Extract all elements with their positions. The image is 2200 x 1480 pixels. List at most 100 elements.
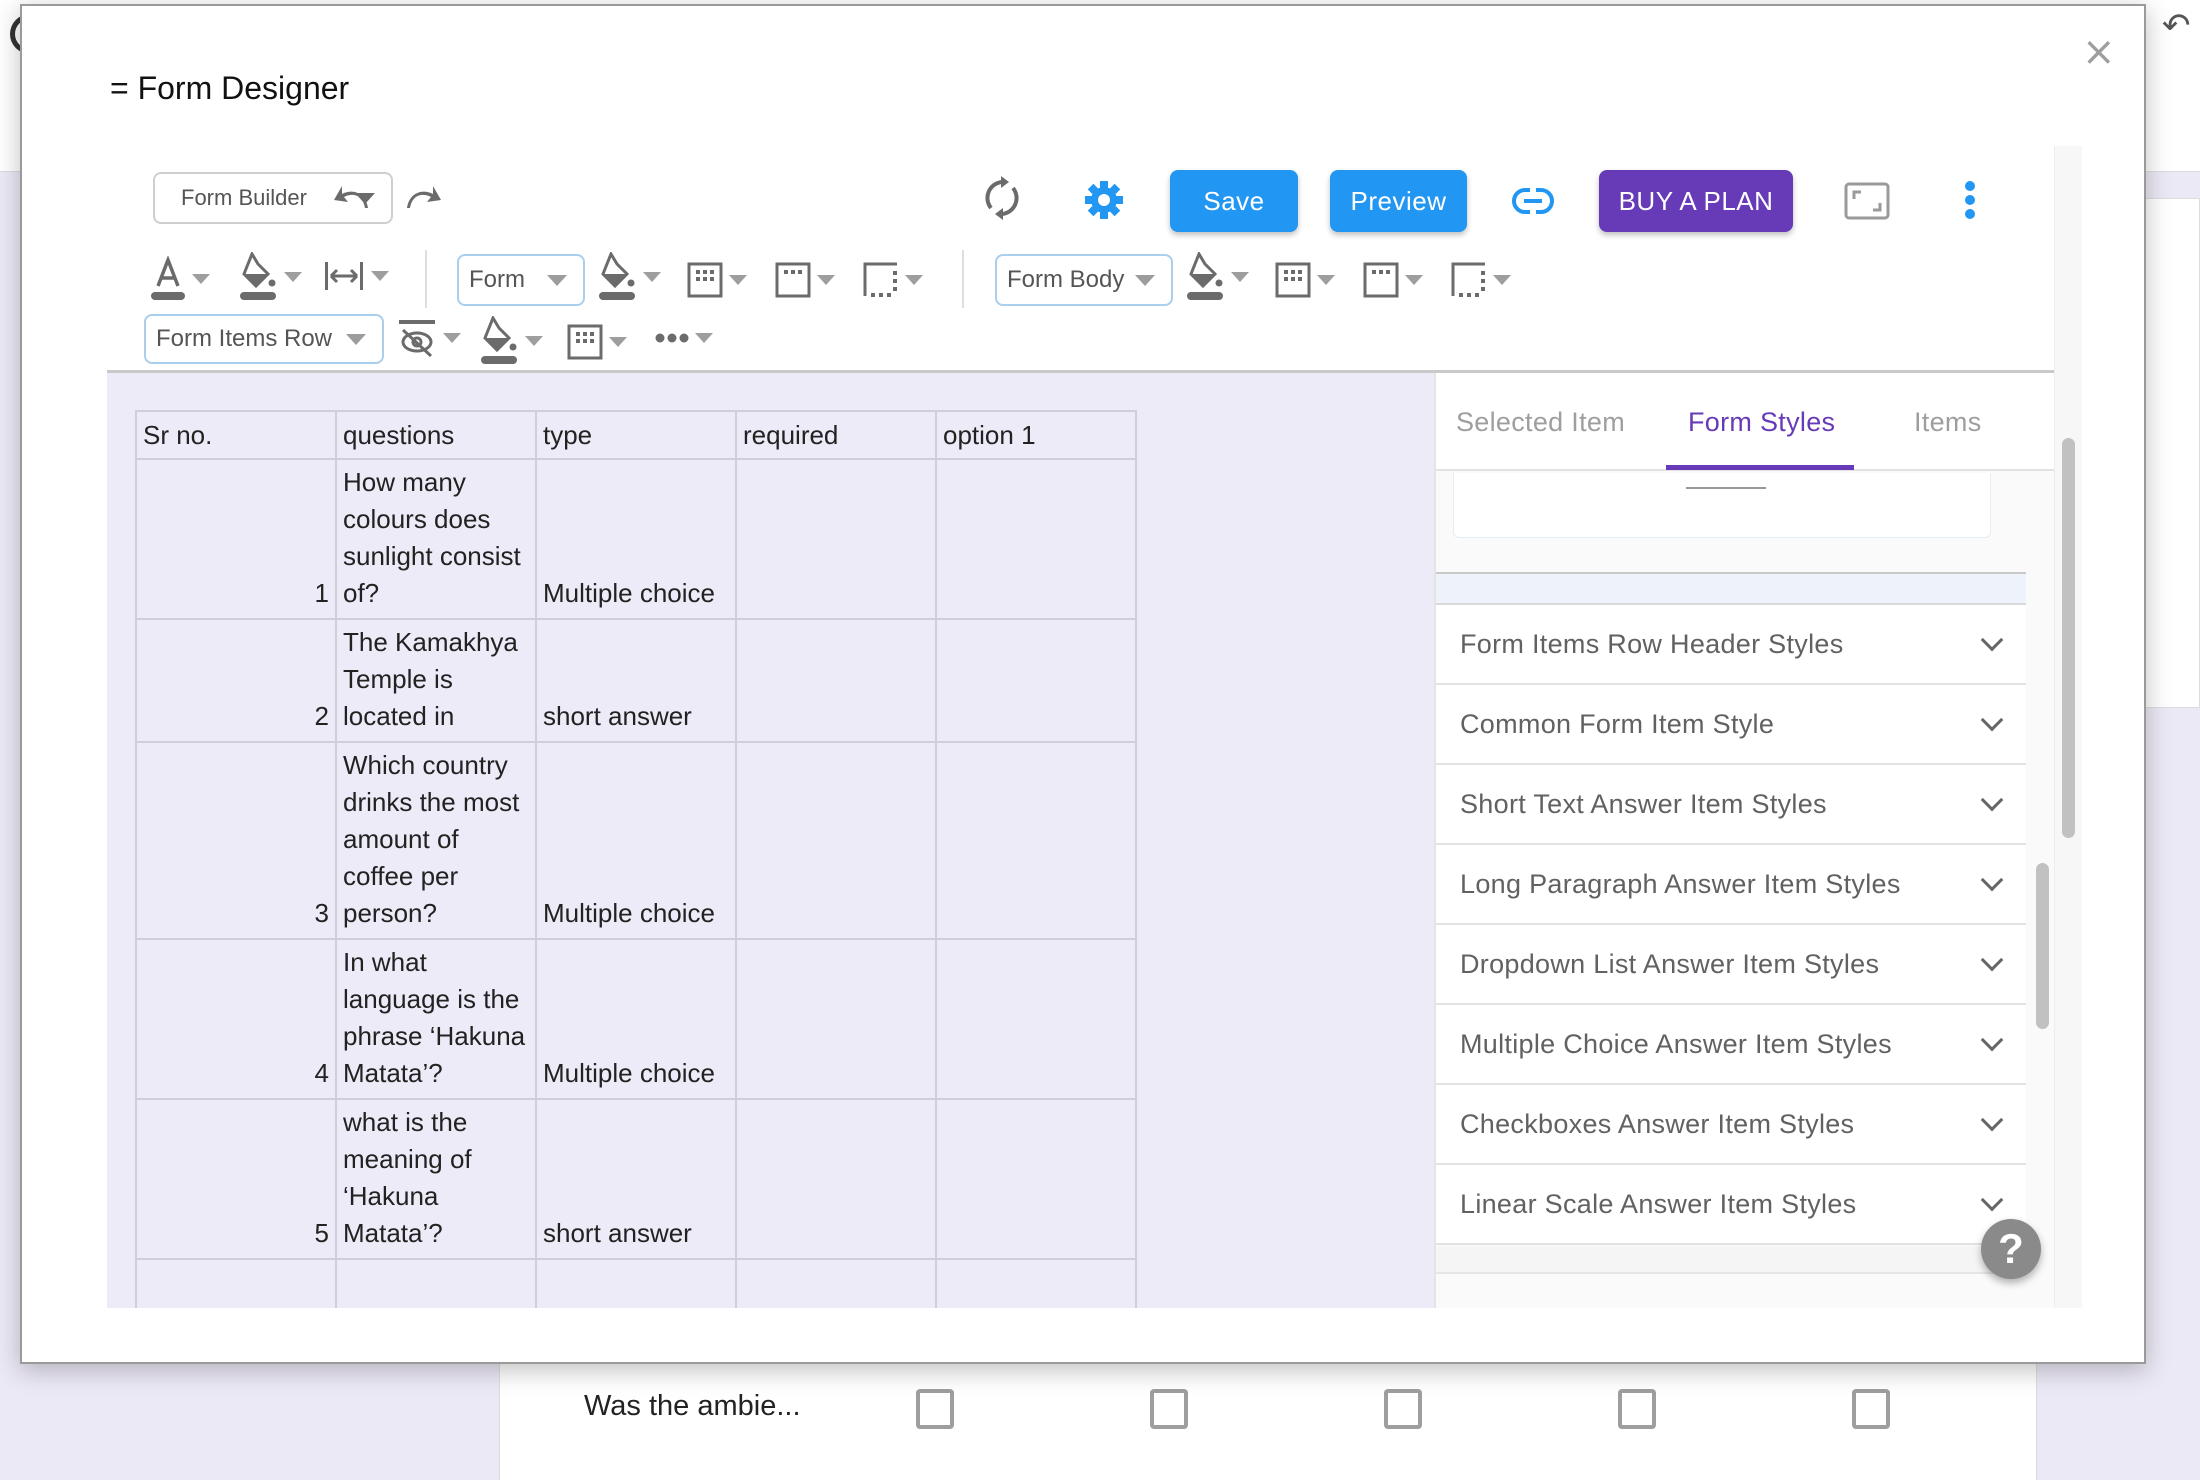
- tab-selected-item[interactable]: Selected Item: [1456, 407, 1625, 438]
- required-cell[interactable]: [735, 938, 937, 1100]
- form-designer-dialog: = Form Designer × Form Builder Save Prev…: [20, 4, 2146, 1364]
- border-icon: [863, 262, 897, 297]
- table-row[interactable]: 4 In what language is the phrase ‘Hakuna…: [135, 938, 1137, 1100]
- type-cell[interactable]: [535, 1258, 737, 1308]
- accordion-long-paragraph-answer-item-styles[interactable]: Long Paragraph Answer Item Styles: [1436, 845, 2026, 925]
- sr-cell[interactable]: 2: [135, 618, 337, 743]
- column-header[interactable]: questions: [335, 410, 537, 460]
- table-row[interactable]: 3 Which country drinks the most amount o…: [135, 741, 1137, 940]
- background-checkbox[interactable]: [1384, 1389, 1422, 1429]
- type-cell[interactable]: short answer: [535, 1098, 737, 1260]
- spacing-button[interactable]: [323, 260, 389, 292]
- settings-button[interactable]: [1084, 180, 1124, 220]
- type-cell[interactable]: short answer: [535, 618, 737, 743]
- type-cell[interactable]: Multiple choice: [535, 938, 737, 1100]
- form-border-button[interactable]: [863, 262, 923, 298]
- buy-plan-button[interactable]: BUY A PLAN: [1599, 170, 1793, 232]
- more-options-button[interactable]: [1964, 180, 1976, 220]
- question-cell[interactable]: In what language is the phrase ‘Hakuna M…: [335, 938, 537, 1100]
- refresh-button[interactable]: [985, 176, 1019, 220]
- form-body-select[interactable]: Form Body: [995, 254, 1173, 306]
- background-checkbox[interactable]: [1150, 1389, 1188, 1429]
- redo-button[interactable]: [399, 180, 443, 210]
- required-cell[interactable]: [735, 1258, 937, 1308]
- table-row[interactable]: [135, 1258, 1137, 1308]
- chevron-down-icon: [443, 333, 461, 343]
- share-link-button[interactable]: [1512, 188, 1554, 214]
- form-padding-button[interactable]: [687, 262, 747, 298]
- more-row-options-button[interactable]: [655, 332, 713, 344]
- option-cell[interactable]: [935, 938, 1137, 1100]
- accordion-dropdown-list-answer-item-styles[interactable]: Dropdown List Answer Item Styles: [1436, 925, 2026, 1005]
- column-header[interactable]: option 1: [935, 410, 1137, 460]
- close-icon[interactable]: ×: [2082, 32, 2116, 72]
- option-cell[interactable]: [935, 458, 1137, 620]
- question-cell[interactable]: [335, 1258, 537, 1308]
- background-checkbox[interactable]: [916, 1389, 954, 1429]
- background-undo-icon[interactable]: ↶: [2162, 6, 2191, 46]
- save-button[interactable]: Save: [1170, 170, 1298, 232]
- font-color-button[interactable]: [150, 256, 210, 302]
- option-cell[interactable]: [935, 618, 1137, 743]
- body-fill-color-button[interactable]: [1185, 252, 1249, 302]
- required-cell[interactable]: [735, 458, 937, 620]
- more-horizontal-icon: [655, 333, 689, 343]
- table-row[interactable]: 5 what is the meaning of ‘Hakuna Matata’…: [135, 1098, 1137, 1260]
- table-row[interactable]: 1 How many colours does sunlight consist…: [135, 458, 1137, 620]
- form-margin-button[interactable]: [775, 262, 835, 298]
- accordion-checkboxes-answer-item-styles[interactable]: Checkboxes Answer Item Styles: [1436, 1085, 2026, 1165]
- sr-cell[interactable]: [135, 1258, 337, 1308]
- accordion-short-text-answer-item-styles[interactable]: Short Text Answer Item Styles: [1436, 765, 2026, 845]
- type-cell[interactable]: Multiple choice: [535, 458, 737, 620]
- visibility-button[interactable]: [397, 318, 461, 358]
- column-header[interactable]: Sr no.: [135, 410, 337, 460]
- question-cell[interactable]: what is the meaning of ‘Hakuna Matata’?: [335, 1098, 537, 1260]
- tab-items[interactable]: Items: [1914, 407, 1982, 438]
- form-fill-color-button[interactable]: [597, 252, 661, 302]
- accordion-form-items-row-header-styles[interactable]: Form Items Row Header Styles: [1436, 605, 2026, 685]
- undo-button[interactable]: [332, 180, 376, 210]
- tab-form-styles[interactable]: Form Styles: [1688, 407, 1835, 438]
- sr-cell[interactable]: 3: [135, 741, 337, 940]
- required-cell[interactable]: [735, 618, 937, 743]
- row-fill-color-button[interactable]: [479, 316, 543, 366]
- background-checkbox[interactable]: [1852, 1389, 1890, 1429]
- accordion-common-form-item-style[interactable]: Common Form Item Style: [1436, 685, 2026, 765]
- body-padding-button[interactable]: [1275, 262, 1335, 298]
- accordion-label: Long Paragraph Answer Item Styles: [1460, 868, 1901, 899]
- kebab-menu-icon: [1965, 181, 1975, 219]
- option-cell[interactable]: [935, 1098, 1137, 1260]
- option-cell[interactable]: [935, 741, 1137, 940]
- question-cell[interactable]: The Kamakhya Temple is located in: [335, 618, 537, 743]
- preview-button[interactable]: Preview: [1330, 170, 1467, 232]
- accordion-multiple-choice-answer-item-styles[interactable]: Multiple Choice Answer Item Styles: [1436, 1005, 2026, 1085]
- option-cell[interactable]: [935, 1258, 1137, 1308]
- background-checkbox[interactable]: [1618, 1389, 1656, 1429]
- question-cell[interactable]: Which country drinks the most amount of …: [335, 741, 537, 940]
- sr-cell[interactable]: 1: [135, 458, 337, 620]
- dialog-scrollbar[interactable]: [2054, 146, 2082, 1308]
- form-target-select[interactable]: Form: [457, 254, 585, 306]
- accordion-linear-scale-answer-item-styles[interactable]: Linear Scale Answer Item Styles: [1436, 1165, 2026, 1245]
- question-cell[interactable]: How many colours does sunlight consist o…: [335, 458, 537, 620]
- chevron-down-icon: [729, 275, 747, 285]
- required-cell[interactable]: [735, 1098, 937, 1260]
- fullscreen-button[interactable]: [1844, 182, 1890, 220]
- sr-cell[interactable]: 4: [135, 938, 337, 1100]
- toolbar-divider: [962, 250, 964, 308]
- form-items-row-select[interactable]: Form Items Row: [144, 314, 384, 364]
- body-margin-button[interactable]: [1363, 262, 1423, 298]
- dialog-scrollbar-thumb[interactable]: [2062, 438, 2075, 838]
- help-button[interactable]: ?: [1981, 1219, 2041, 1279]
- required-cell[interactable]: [735, 741, 937, 940]
- sr-cell[interactable]: 5: [135, 1098, 337, 1260]
- panel-scrollbar-thumb[interactable]: [2036, 863, 2049, 1029]
- chevron-down-icon: [643, 272, 661, 282]
- table-row[interactable]: 2 The Kamakhya Temple is located in shor…: [135, 618, 1137, 743]
- column-header[interactable]: required: [735, 410, 937, 460]
- type-cell[interactable]: Multiple choice: [535, 741, 737, 940]
- fill-color-button[interactable]: [238, 252, 302, 302]
- row-padding-button[interactable]: [567, 324, 627, 360]
- body-border-button[interactable]: [1451, 262, 1511, 298]
- column-header[interactable]: type: [535, 410, 737, 460]
